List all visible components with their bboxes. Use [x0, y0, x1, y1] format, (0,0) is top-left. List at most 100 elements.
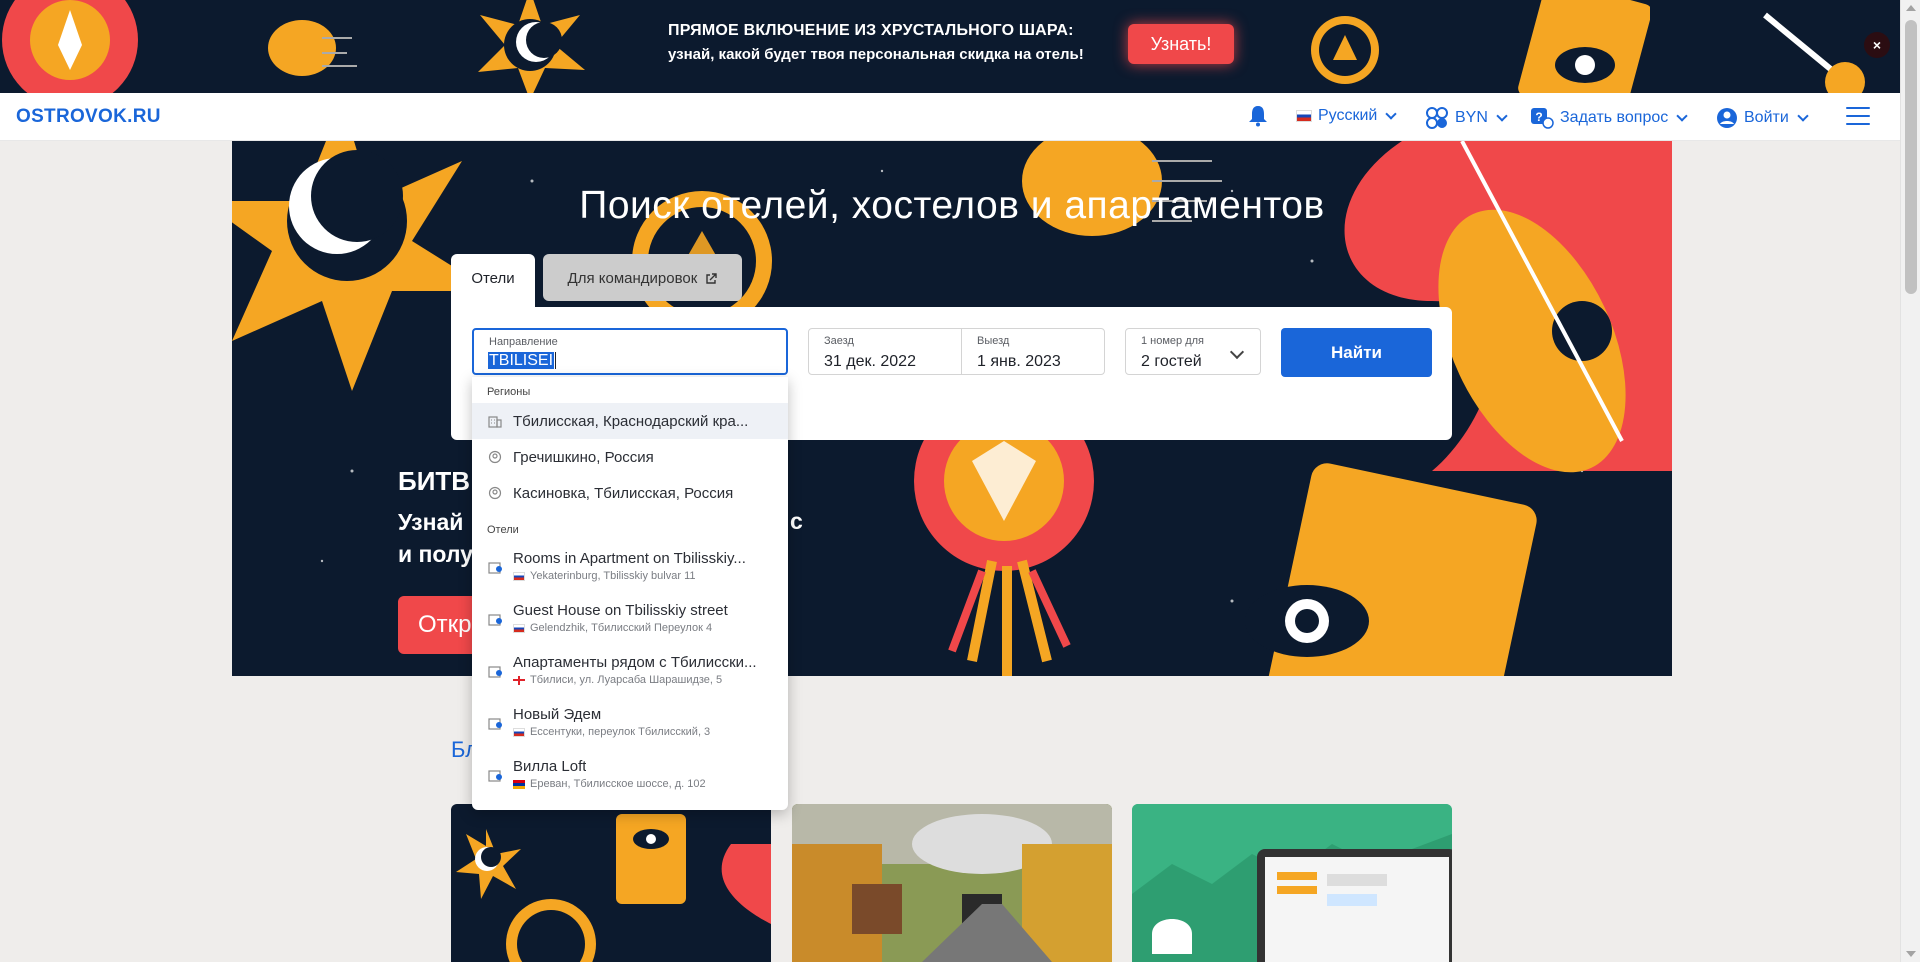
currency-selector[interactable]: BYN	[1425, 107, 1508, 129]
hotel-address-row: Тбилиси, ул. Луарсаба Шарашидзе, 5	[513, 674, 722, 686]
currency-icon	[1426, 107, 1448, 129]
logo[interactable]: OSTROVOK.RU	[16, 106, 161, 128]
hotel-address: Тбилиси, ул. Луарсаба Шарашидзе, 5	[530, 674, 723, 686]
sun-tile-decoration	[2, 0, 138, 93]
promo-subtitle: узнай, какой будет твоя персональная ски…	[668, 46, 1084, 63]
pin-icon	[488, 450, 502, 464]
bell-icon[interactable]	[1248, 105, 1268, 127]
suggestion-region[interactable]: Гречишкино, Россия	[472, 439, 788, 475]
scroll-up-icon[interactable]	[1906, 5, 1916, 11]
find-button[interactable]: Найти	[1281, 328, 1432, 377]
chevron-down-icon	[1385, 108, 1398, 120]
site-header: OSTROVOK.RU Русский BYN ? Задать вопрос	[0, 93, 1900, 141]
suggestion-hotel[interactable]: Вилла Loft Ереван, Тбилисское шоссе, д. …	[472, 755, 788, 807]
promo-section-title: БИТВ	[398, 466, 471, 496]
guitar-decoration	[1763, 12, 1865, 93]
promo-section-line1: Узнай	[398, 509, 464, 535]
close-icon[interactable]: ×	[1864, 32, 1890, 58]
hotel-address-row: Ереван, Тбилисское шоссе, д. 102	[513, 778, 706, 790]
suggestion-hotel[interactable]: Новый Эдем Ессентуки, переулок Тбилисски…	[472, 703, 788, 755]
suggestion-label: Гречишкино, Россия	[513, 448, 654, 466]
destination-input[interactable]: TBILISEI	[488, 352, 555, 369]
hotel-address: Gelendzhik, Тбилисский Переулок 4	[530, 622, 713, 634]
hotel-address-row: Ессентуки, переулок Тбилисский, 3	[513, 726, 710, 738]
destination-field[interactable]: Направление TBILISEI	[472, 328, 788, 375]
login-label: Войти	[1744, 109, 1789, 126]
chevron-down-icon	[1676, 110, 1688, 122]
checkin-value: 31 дек. 2022	[824, 353, 916, 370]
blog-card[interactable]	[451, 804, 771, 962]
language-selector[interactable]: Русский	[1296, 107, 1398, 125]
tab-business-trips-label: Для командировок	[567, 270, 698, 287]
external-link-icon	[706, 273, 718, 284]
russia-flag-icon	[513, 623, 525, 633]
hotel-address-row: Gelendzhik, Тбилисский Переулок 4	[513, 622, 712, 634]
suggestion-region[interactable]: Касиновка, Тбилисская, Россия	[472, 475, 788, 511]
brain-decoration	[268, 20, 357, 76]
suggestion-hotel[interactable]: Rooms in Apartment on Tbilisskiy... Yeka…	[472, 547, 788, 599]
armenia-flag-icon	[513, 779, 525, 789]
moon-sun-decoration	[478, 0, 585, 93]
hotel-icon	[488, 562, 502, 574]
suggestion-label: Тбилисская, Краснодарский кра...	[513, 412, 749, 430]
tab-business-trips[interactable]: Для командировок	[543, 254, 742, 301]
blog-card-image	[456, 814, 771, 962]
suggestion-hotel[interactable]: Апартаменты рядом с Тбилисски... Тбилиси…	[472, 651, 788, 703]
promo-section-line2: и полу	[398, 541, 473, 567]
page-scrollbar[interactable]	[1900, 0, 1920, 962]
checkin-field[interactable]: Заезд 31 дек. 2022	[808, 328, 962, 375]
hotel-address: Ессентуки, переулок Тбилисский, 3	[530, 726, 711, 738]
checkin-label: Заезд	[824, 335, 854, 347]
ask-question-label: Задать вопрос	[1560, 109, 1669, 126]
hero-title: Поиск отелей, хостелов и апартаментов	[579, 184, 1325, 227]
login-menu[interactable]: Войти	[1716, 107, 1809, 129]
text-caret	[555, 352, 557, 370]
russia-flag-icon	[513, 727, 525, 737]
hotel-address: Yekaterinburg, Tbilisskiy bulvar 11	[530, 570, 696, 582]
tab-hotels[interactable]: Отели	[451, 254, 535, 307]
guests-value: 2 гостей	[1141, 353, 1202, 370]
checkout-value: 1 янв. 2023	[977, 353, 1061, 370]
guests-field[interactable]: 1 номер для 2 гостей	[1125, 328, 1261, 375]
hotel-name: Rooms in Apartment on Tbilisskiy...	[513, 550, 746, 567]
chevron-down-icon	[1496, 110, 1508, 122]
language-label: Русский	[1318, 107, 1378, 124]
destination-value-wrap: TBILISEI	[488, 352, 557, 370]
question-icon: ?	[1531, 108, 1554, 129]
destination-suggestions: Регионы Тбилисская, Краснодарский кра...…	[472, 377, 788, 810]
suggestion-label: Касиновка, Тбилисская, Россия	[513, 484, 734, 502]
blog-card-image	[1132, 804, 1452, 962]
scroll-down-icon[interactable]	[1906, 951, 1916, 957]
hotel-name: Новый Эдем	[513, 706, 602, 723]
blog-card[interactable]	[1132, 804, 1452, 962]
pin-icon	[488, 486, 502, 500]
hotel-icon	[488, 718, 502, 730]
checkout-label: Выезд	[977, 335, 1010, 347]
scrollbar-thumb[interactable]	[1905, 20, 1917, 294]
hotel-name: Апартаменты рядом с Тбилисски...	[513, 654, 757, 671]
suggestion-region[interactable]: Тбилисская, Краснодарский кра...	[472, 403, 788, 439]
currency-label: BYN	[1455, 109, 1488, 126]
svg-text:?: ?	[1535, 110, 1542, 124]
promo-title: ПРЯМОЕ ВКЛЮЧЕНИЕ ИЗ ХРУСТАЛЬНОГО ШАРА:	[668, 22, 1074, 39]
hotel-name: Вилла Loft	[513, 758, 587, 775]
checkout-field[interactable]: Выезд 1 янв. 2023	[961, 328, 1105, 375]
hotel-icon	[488, 770, 502, 782]
georgia-flag-icon	[513, 675, 525, 685]
destination-label: Направление	[489, 336, 558, 348]
menu-icon[interactable]	[1846, 107, 1870, 127]
promo-learn-button[interactable]: Узнать!	[1128, 24, 1234, 64]
promo-text: ПРЯМОЕ ВКЛЮЧЕНИЕ ИЗ ХРУСТАЛЬНОГО ШАРА: у…	[668, 22, 1084, 63]
chevron-down-icon	[1229, 344, 1245, 360]
russia-flag-icon	[513, 571, 525, 581]
ask-question-menu[interactable]: ? Задать вопрос	[1530, 107, 1688, 129]
building-icon	[488, 416, 502, 428]
suggestion-hotel[interactable]: Guest House on Tbilisskiy street Gelendz…	[472, 599, 788, 651]
blog-card[interactable]	[792, 804, 1112, 962]
user-icon	[1717, 108, 1737, 128]
regions-header: Регионы	[487, 386, 531, 398]
chevron-down-icon	[1797, 110, 1809, 122]
hotels-header: Отели	[487, 524, 519, 536]
hotel-icon	[488, 614, 502, 626]
tarot-card-decoration	[1518, 0, 1650, 93]
